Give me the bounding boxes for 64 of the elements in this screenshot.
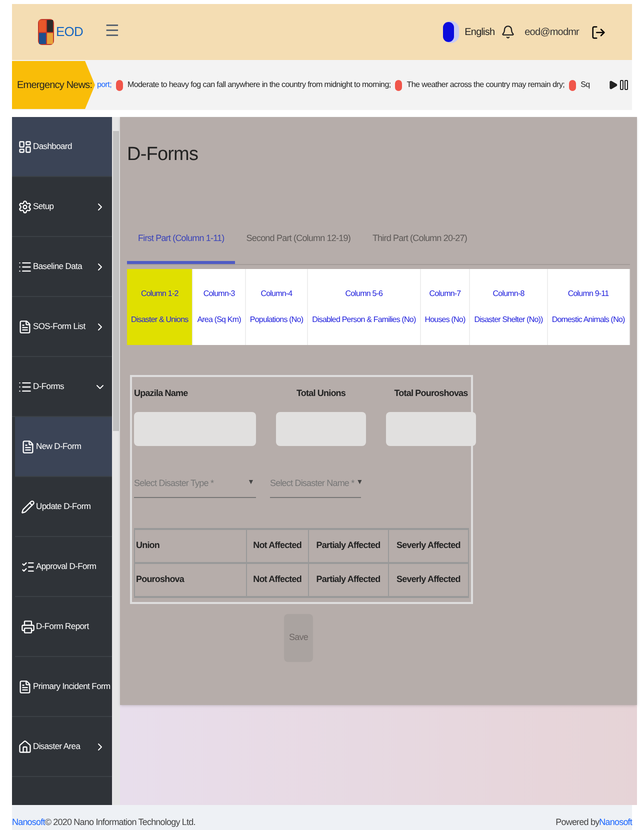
pause-icon[interactable]: [618, 79, 630, 91]
sidebar-label: Approval D-Form: [36, 560, 96, 573]
sidebar-item[interactable]: Dashboard: [12, 117, 112, 177]
logo-icon: [38, 19, 54, 45]
logout-icon[interactable]: [591, 24, 606, 40]
table-cell: Severly Affected: [388, 563, 468, 597]
sidebar-label: Baseline Data: [33, 260, 84, 273]
input-field[interactable]: [276, 412, 366, 446]
dashboard-icon: [18, 140, 32, 154]
field-label: Total Unions: [295, 386, 347, 400]
house-icon: [18, 740, 32, 754]
printer-icon: [21, 620, 35, 634]
page-title: D-Forms: [127, 143, 200, 167]
input-field[interactable]: [386, 412, 476, 446]
table-cell: Not Affected: [246, 529, 308, 563]
document-icon: [21, 440, 35, 454]
list-icon: [18, 260, 32, 274]
part-tab[interactable]: First Part (Column 1-11): [127, 218, 236, 264]
table-cell: Partialy Affected: [308, 529, 388, 563]
sidebar-label: D-Forms: [33, 380, 65, 393]
table-cell: Not Affected: [246, 563, 308, 597]
sidebar-label: Primary Incident Form: [33, 680, 110, 693]
sidebar-label: SOS-Form List: [33, 320, 86, 333]
news-link[interactable]: port;: [97, 79, 112, 91]
language-label[interactable]: English: [464, 24, 495, 40]
menu-button[interactable]: ☰: [104, 20, 119, 44]
news-label: Emergency News:: [12, 61, 95, 109]
user-email[interactable]: eod@modmr: [524, 24, 579, 40]
footer-link[interactable]: Nanosoft: [12, 816, 45, 829]
news-bullet-icon: [116, 80, 123, 90]
field-label: Upazila Name: [134, 386, 189, 400]
sidebar-label: Disaster Area: [33, 740, 82, 753]
news-text: Sq: [580, 79, 590, 91]
table-cell: Pouroshova: [134, 563, 246, 597]
table-cell: Partialy Affected: [308, 563, 388, 597]
column-tab[interactable]: Column 1-2 Disaster & Unions: [127, 268, 194, 344]
sidebar-subitem[interactable]: New D-Form: [15, 417, 112, 477]
field-label: Total Pouroshovas: [393, 386, 469, 400]
news-bullet-icon: [394, 80, 402, 90]
pencil-icon: [21, 500, 35, 514]
theme-toggle[interactable]: [442, 21, 459, 43]
settings-icon: [18, 200, 32, 214]
document-icon: [18, 320, 32, 334]
copyright-text: © 2020 Nano Information Technology Ltd.: [44, 816, 196, 829]
document-icon: [18, 680, 32, 694]
play-icon[interactable]: [608, 80, 618, 90]
sidebar-label: D-Form Report: [36, 620, 89, 633]
table-cell: Severly Affected: [388, 529, 468, 563]
sidebar-label: Update D-Form: [36, 500, 91, 513]
powered-by-text: Powered by: [556, 816, 600, 829]
list-icon: [18, 380, 32, 394]
logo-text: EOD: [56, 23, 83, 42]
checklist-icon: [21, 560, 35, 574]
news-bullet-icon: [568, 80, 576, 90]
sidebar-label: Setup: [33, 200, 55, 213]
table-cell: Union: [134, 529, 246, 563]
news-text: Moderate to heavy fog can fall anywhere in the country from midnight to morning;: [128, 79, 391, 91]
input-field[interactable]: [134, 412, 256, 446]
scrollbar[interactable]: [112, 117, 120, 805]
sidebar-label: Dashboard: [33, 140, 73, 153]
footer-link[interactable]: Nanosoft: [599, 816, 632, 829]
notification-icon[interactable]: [500, 25, 515, 39]
sidebar-label: New D-Form: [36, 440, 82, 453]
news-text: The weather across the country may remain dry;: [406, 79, 565, 91]
